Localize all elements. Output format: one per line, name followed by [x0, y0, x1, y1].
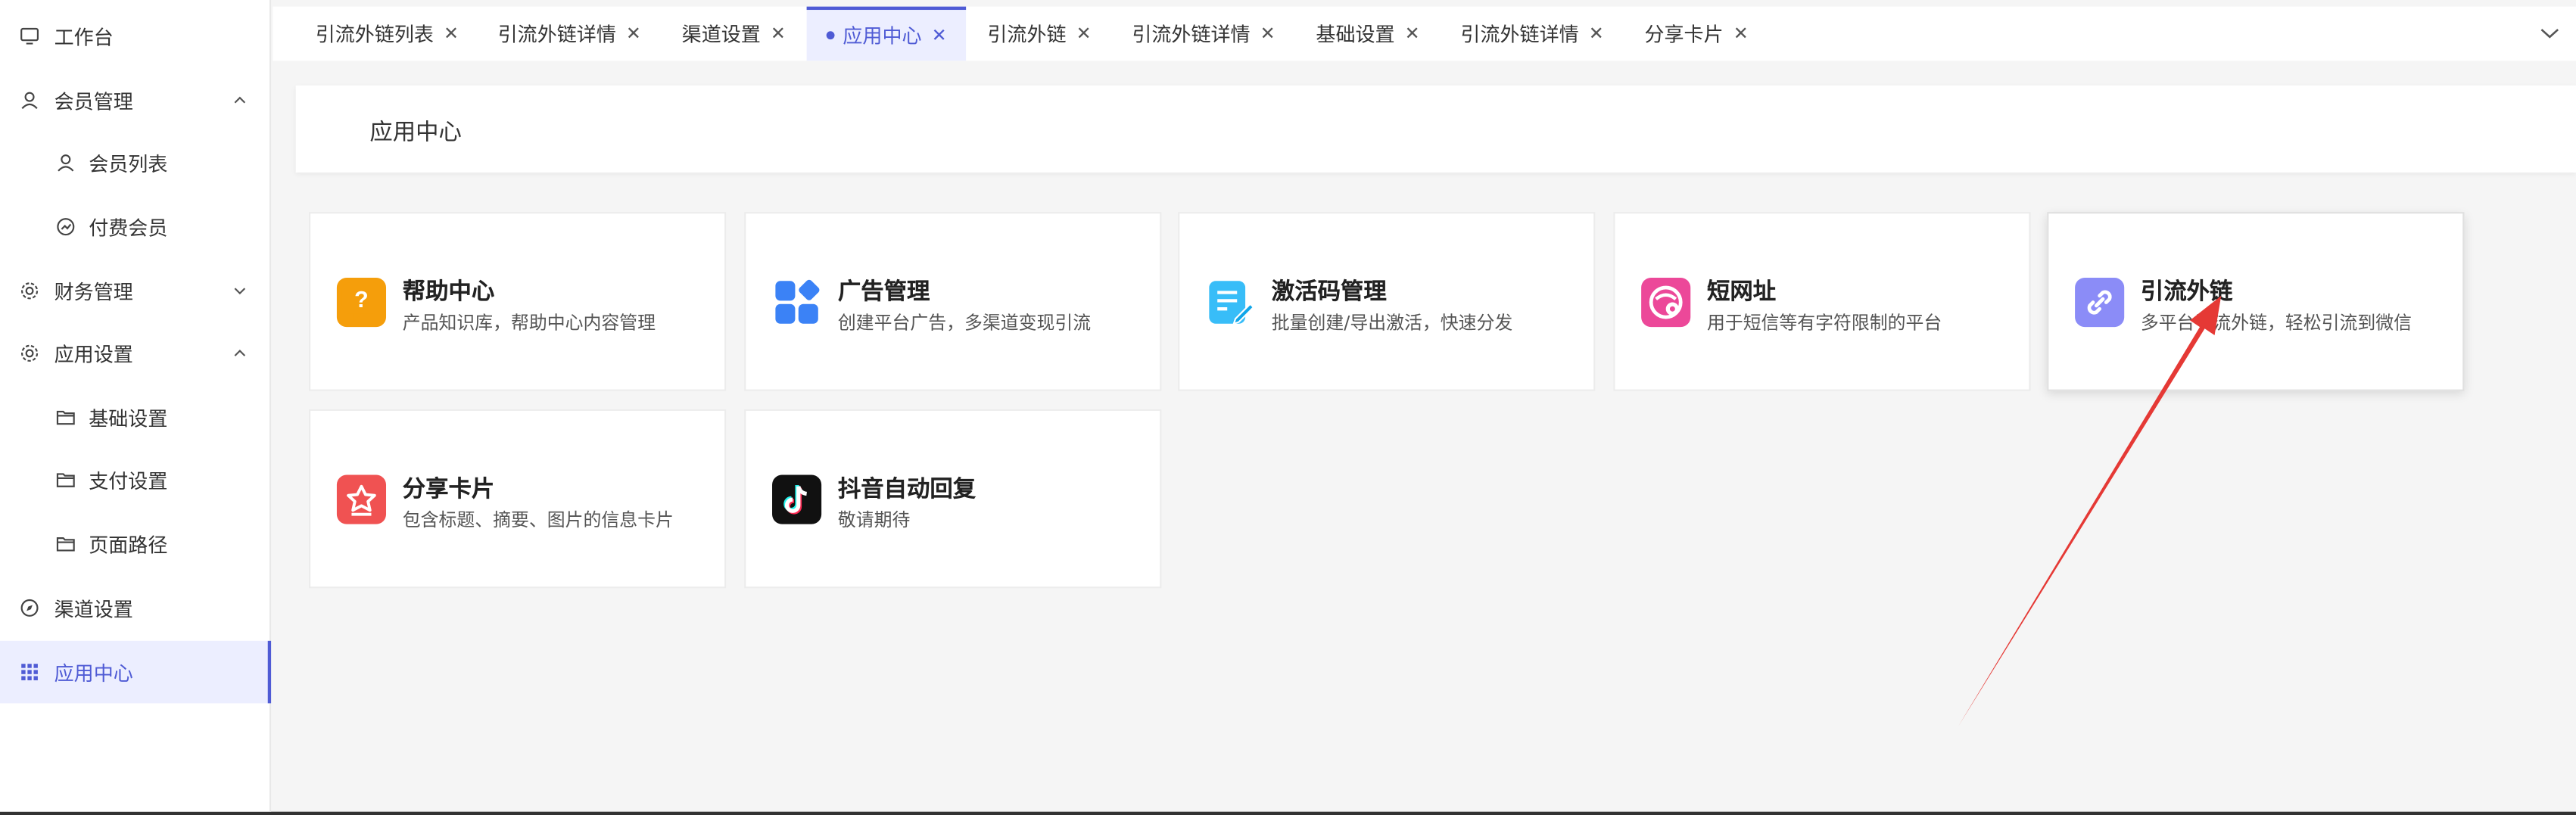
gear-icon — [20, 281, 39, 300]
tab-label: 引流外链详情 — [497, 23, 616, 46]
help-icon: ? — [336, 277, 387, 328]
app-card-title: 广告管理 — [837, 279, 930, 306]
sidebar-item-label: 财务管理 — [54, 280, 133, 303]
tab-link-detail[interactable]: 引流外链详情 ✕ — [1132, 7, 1275, 61]
sidebar-item-label: 工作台 — [54, 25, 114, 49]
sidebar-item-label: 应用中心 — [54, 661, 133, 685]
sidebar-item-page-paths[interactable]: 页面路径 — [0, 512, 271, 575]
app-card-desc: 创建平台广告，多渠道变现引流 — [837, 312, 1092, 334]
app-card-desc: 敬请期待 — [837, 509, 911, 531]
gear-icon — [20, 344, 39, 363]
sidebar-item-member-list[interactable]: 会员列表 — [0, 132, 271, 194]
close-icon[interactable]: ✕ — [1076, 23, 1092, 44]
close-icon[interactable]: ✕ — [626, 23, 641, 44]
tab-label: 渠道设置 — [681, 23, 761, 46]
sidebar-item-label: 应用设置 — [54, 342, 133, 366]
close-icon[interactable]: ✕ — [1589, 23, 1604, 44]
app-card-title: 短网址 — [1706, 279, 1777, 306]
sidebar-item-channel-settings[interactable]: 渠道设置 — [0, 577, 271, 639]
page-header: 应用中心 — [295, 85, 2576, 173]
sidebar-item-app-settings[interactable]: 应用设置 — [0, 322, 271, 385]
compass-icon — [20, 598, 39, 617]
app-card-desc: 多平台引流外链，轻松引流到微信 — [2140, 312, 2412, 334]
tab-label: 分享卡片 — [1644, 23, 1724, 46]
tab-link[interactable]: 引流外链 ✕ — [987, 7, 1091, 61]
chevron-up-icon — [234, 350, 246, 356]
tab-label: 基础设置 — [1316, 23, 1395, 46]
user-icon — [56, 153, 76, 173]
sidebar-item-label: 页面路径 — [89, 533, 168, 557]
tab-bar: 引流外链列表 ✕ 引流外链详情 ✕ 渠道设置 ✕ 应用中心 ✕ 引流外链 ✕ 引流外链详情… — [273, 6, 2576, 61]
sidebar-item-app-center[interactable]: 应用中心 — [0, 640, 272, 704]
link-icon — [2075, 277, 2125, 328]
sidebar-item-finance[interactable]: 财务管理 — [0, 260, 271, 322]
app-card-douyin-auto-reply[interactable]: 抖音自动回复 敬请期待 — [744, 409, 1162, 589]
app-card-title: 抖音自动回复 — [837, 476, 977, 503]
sidebar-item-paid-members[interactable]: 付费会员 — [0, 195, 271, 258]
chevron-down-icon — [234, 288, 246, 295]
app-card-desc: 批量创建/导出激活，快速分发 — [1271, 312, 1513, 334]
app-card-help-center[interactable]: ? 帮助中心 产品知识库，帮助中心内容管理 — [309, 212, 727, 391]
close-icon[interactable]: ✕ — [1405, 23, 1420, 44]
tiktok-icon — [772, 474, 822, 524]
sidebar-item-label: 支付设置 — [89, 468, 168, 493]
edit-document-icon — [1206, 278, 1255, 327]
folder-icon — [56, 470, 76, 490]
sidebar-item-label: 付费会员 — [89, 216, 168, 239]
app-card-desc: 用于短信等有字符限制的平台 — [1706, 312, 1942, 334]
tab-share-card[interactable]: 分享卡片 ✕ — [1644, 7, 1748, 61]
sidebar-item-member-management[interactable]: 会员管理 — [0, 69, 271, 132]
sidebar-item-payment-settings[interactable]: 支付设置 — [0, 449, 271, 512]
app-card-title: 帮助中心 — [402, 279, 495, 306]
close-icon[interactable]: ✕ — [932, 25, 947, 46]
app-card-desc: 包含标题、摘要、图片的信息卡片 — [402, 509, 674, 531]
sidebar: 工作台 会员管理 会员列表 付费会员 财务管理 应用设置 基础设置 支付设置 页… — [0, 0, 272, 812]
gauge-icon — [56, 217, 76, 237]
sidebar-item-label: 会员管理 — [54, 89, 133, 113]
app-card-traffic-link[interactable]: 引流外链 多平台引流外链，轻松引流到微信 — [2047, 212, 2465, 391]
sidebar-item-label: 基础设置 — [89, 406, 168, 430]
sidebar-item-basic-settings[interactable]: 基础设置 — [0, 386, 271, 449]
close-icon[interactable]: ✕ — [444, 23, 459, 44]
close-icon[interactable]: ✕ — [1733, 23, 1749, 44]
active-dot-icon — [826, 31, 835, 40]
sidebar-item-workbench[interactable]: 工作台 — [0, 5, 271, 68]
tab-label: 引流外链列表 — [315, 23, 434, 46]
short-link-icon — [1641, 277, 1691, 328]
svg-text:?: ? — [354, 287, 369, 313]
app-card-share-card[interactable]: 分享卡片 包含标题、摘要、图片的信息卡片 — [309, 409, 727, 589]
sidebar-item-label: 会员列表 — [89, 151, 168, 176]
tab-link-list[interactable]: 引流外链列表 ✕ — [316, 7, 459, 61]
tab-label: 引流外链详情 — [1460, 23, 1579, 46]
tab-label: 应用中心 — [843, 24, 922, 48]
chevron-down-icon[interactable] — [2540, 25, 2559, 42]
app-card-title: 激活码管理 — [1271, 279, 1387, 306]
monitor-icon — [20, 26, 39, 46]
app-card-short-url[interactable]: 短网址 用于短信等有字符限制的平台 — [1613, 212, 2031, 391]
close-icon[interactable]: ✕ — [1260, 23, 1276, 44]
app-card-title: 引流外链 — [2140, 279, 2233, 306]
app-card-activation-code[interactable]: 激活码管理 批量创建/导出激活，快速分发 — [1178, 212, 1596, 391]
tab-channel-settings[interactable]: 渠道设置 ✕ — [682, 7, 786, 61]
apps-grid-icon — [772, 278, 821, 327]
tab-link-detail[interactable]: 引流外链详情 ✕ — [1460, 7, 1603, 61]
app-card-desc: 产品知识库，帮助中心内容管理 — [402, 312, 656, 334]
folder-icon — [56, 534, 76, 554]
close-icon[interactable]: ✕ — [771, 23, 786, 44]
tab-link-detail[interactable]: 引流外链详情 ✕ — [498, 7, 641, 61]
sidebar-item-label: 渠道设置 — [54, 597, 133, 621]
share-card-icon — [336, 474, 387, 524]
app-card-title: 分享卡片 — [402, 476, 495, 503]
tab-app-center[interactable]: 应用中心 ✕ — [806, 6, 967, 61]
app-card-ad-management[interactable]: 广告管理 创建平台广告，多渠道变现引流 — [744, 212, 1162, 391]
user-icon — [20, 90, 39, 110]
tab-basic-settings[interactable]: 基础设置 ✕ — [1316, 7, 1419, 61]
app-root: 工作台 会员管理 会员列表 付费会员 财务管理 应用设置 基础设置 支付设置 页… — [0, 0, 2576, 815]
tab-label: 引流外链详情 — [1132, 23, 1251, 46]
tab-label: 引流外链 — [987, 23, 1067, 46]
folder-icon — [56, 408, 76, 428]
chevron-up-icon — [234, 96, 246, 104]
page-title: 应用中心 — [369, 120, 462, 147]
grid-icon — [20, 662, 39, 682]
